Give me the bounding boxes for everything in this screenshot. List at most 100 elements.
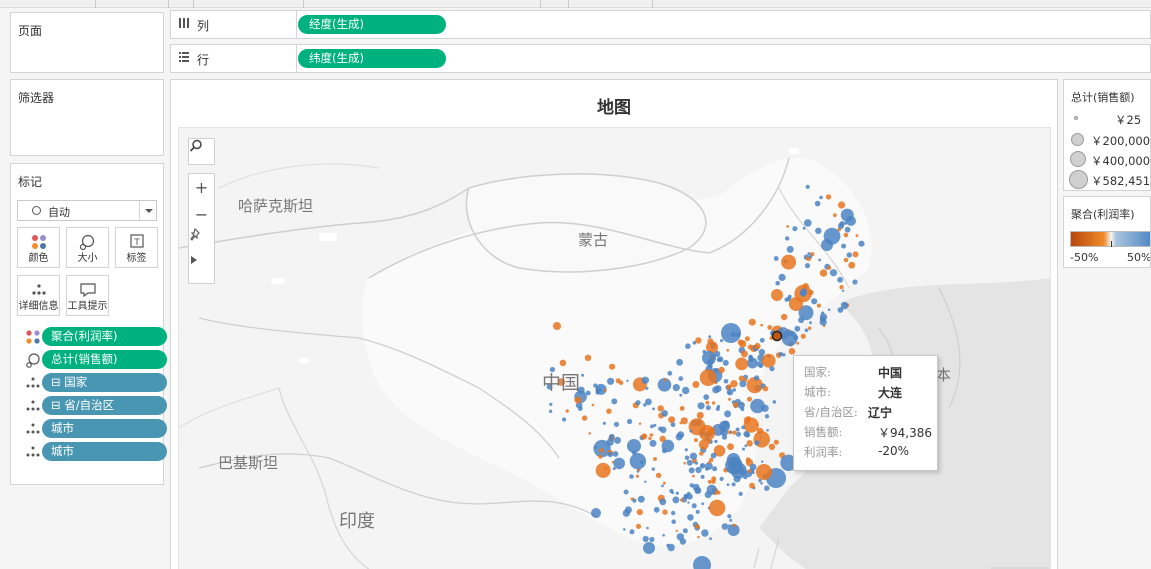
city-mark[interactable] bbox=[699, 451, 704, 456]
city-mark[interactable] bbox=[701, 502, 705, 506]
city-mark[interactable] bbox=[739, 380, 747, 388]
city-mark[interactable] bbox=[809, 321, 812, 325]
city-mark[interactable] bbox=[858, 240, 865, 247]
city-mark[interactable] bbox=[687, 501, 690, 504]
zoom-in-icon[interactable]: + bbox=[189, 174, 214, 201]
city-mark[interactable] bbox=[705, 400, 710, 405]
city-mark[interactable] bbox=[593, 383, 598, 388]
city-mark[interactable] bbox=[747, 396, 752, 402]
city-mark[interactable] bbox=[598, 454, 603, 459]
city-mark[interactable] bbox=[704, 491, 712, 499]
city-mark[interactable] bbox=[721, 523, 729, 530]
city-mark[interactable] bbox=[677, 431, 685, 439]
city-mark[interactable] bbox=[744, 432, 751, 438]
city-mark[interactable] bbox=[732, 523, 736, 527]
city-mark[interactable] bbox=[666, 543, 670, 548]
city-mark[interactable] bbox=[675, 491, 679, 495]
city-mark[interactable] bbox=[667, 370, 673, 376]
city-mark[interactable] bbox=[748, 318, 756, 326]
city-mark[interactable] bbox=[759, 364, 763, 368]
city-mark[interactable] bbox=[754, 342, 761, 350]
city-mark[interactable] bbox=[738, 491, 743, 496]
city-mark[interactable] bbox=[548, 409, 553, 413]
city-mark[interactable] bbox=[709, 537, 712, 541]
city-mark[interactable] bbox=[731, 482, 736, 487]
city-mark[interactable] bbox=[751, 470, 755, 475]
city-mark[interactable] bbox=[644, 480, 647, 483]
city-mark[interactable] bbox=[635, 474, 639, 478]
city-mark[interactable] bbox=[693, 438, 698, 443]
country-pill[interactable]: ⊟ 国家 bbox=[42, 373, 167, 392]
city-mark[interactable] bbox=[816, 303, 822, 308]
city-mark[interactable] bbox=[676, 533, 684, 541]
city-mark[interactable] bbox=[650, 424, 654, 429]
latitude-pill[interactable]: 纬度(生成) bbox=[298, 49, 446, 68]
city-mark[interactable] bbox=[649, 439, 657, 447]
city-mark[interactable] bbox=[591, 508, 601, 518]
city-mark[interactable] bbox=[642, 535, 649, 543]
columns-shelf[interactable]: 列 经度(生成) bbox=[170, 10, 1151, 39]
city-mark[interactable] bbox=[796, 341, 800, 345]
city-mark[interactable] bbox=[609, 363, 616, 370]
city-mark[interactable] bbox=[712, 466, 718, 472]
city-mark[interactable] bbox=[581, 373, 585, 377]
city-mark[interactable] bbox=[679, 406, 685, 411]
city-mark[interactable] bbox=[708, 499, 726, 517]
city-mark[interactable] bbox=[722, 359, 729, 366]
city-mark[interactable] bbox=[697, 535, 700, 539]
city-mark[interactable] bbox=[726, 389, 734, 396]
city-mark[interactable] bbox=[799, 290, 807, 297]
city-mark[interactable] bbox=[591, 403, 595, 407]
city-mark[interactable] bbox=[594, 445, 598, 449]
city-mark[interactable] bbox=[789, 331, 795, 337]
city-mark[interactable] bbox=[778, 352, 784, 357]
city-mark[interactable] bbox=[565, 409, 569, 413]
city-mark[interactable] bbox=[769, 366, 775, 372]
city-mark[interactable] bbox=[687, 514, 694, 521]
city-mark[interactable] bbox=[760, 323, 764, 327]
search-icon[interactable] bbox=[189, 139, 214, 166]
city-pill[interactable]: 城市 bbox=[42, 419, 167, 438]
city-mark[interactable] bbox=[825, 194, 832, 200]
city-mark[interactable] bbox=[659, 498, 667, 506]
selected-mark-dalian[interactable] bbox=[771, 330, 783, 342]
city-mark[interactable] bbox=[655, 472, 662, 479]
city-mark[interactable] bbox=[672, 384, 680, 392]
city-mark[interactable] bbox=[804, 328, 809, 333]
city-mark[interactable] bbox=[715, 407, 720, 411]
city-mark[interactable] bbox=[689, 452, 698, 460]
city-mark[interactable] bbox=[651, 467, 655, 471]
city-mark[interactable] bbox=[737, 401, 745, 409]
map-search-button[interactable] bbox=[188, 138, 215, 165]
city-mark[interactable] bbox=[581, 415, 588, 421]
city-mark[interactable] bbox=[785, 236, 790, 241]
city-mark[interactable] bbox=[692, 381, 700, 388]
city-mark[interactable] bbox=[694, 461, 699, 465]
city-mark[interactable] bbox=[814, 200, 821, 207]
city-mark[interactable] bbox=[759, 437, 762, 440]
city-mark[interactable] bbox=[676, 358, 683, 366]
city-mark[interactable] bbox=[627, 418, 633, 425]
size-button[interactable]: 大小 bbox=[66, 227, 109, 268]
city-mark[interactable] bbox=[648, 436, 652, 441]
tooltip-button[interactable]: 工具提示 bbox=[66, 275, 109, 316]
pin-icon[interactable] bbox=[189, 228, 214, 255]
city-mark[interactable] bbox=[725, 456, 743, 475]
city-mark[interactable] bbox=[786, 225, 790, 228]
city-mark[interactable] bbox=[701, 529, 709, 537]
city-mark[interactable] bbox=[722, 420, 730, 428]
city-mark[interactable] bbox=[807, 252, 811, 256]
city-mark[interactable] bbox=[746, 440, 753, 447]
city-mark[interactable] bbox=[730, 431, 733, 434]
city-mark[interactable] bbox=[641, 433, 648, 440]
city-mark[interactable] bbox=[562, 417, 567, 422]
city-mark[interactable] bbox=[672, 496, 680, 504]
color-button[interactable]: 颜色 bbox=[17, 227, 60, 268]
city-mark[interactable] bbox=[643, 542, 655, 554]
city-mark[interactable] bbox=[804, 219, 812, 227]
city-mark[interactable] bbox=[721, 323, 741, 343]
city-mark[interactable] bbox=[852, 251, 859, 258]
city-mark[interactable] bbox=[577, 406, 583, 411]
city-mark[interactable] bbox=[629, 453, 647, 470]
city-mark[interactable] bbox=[773, 439, 779, 445]
